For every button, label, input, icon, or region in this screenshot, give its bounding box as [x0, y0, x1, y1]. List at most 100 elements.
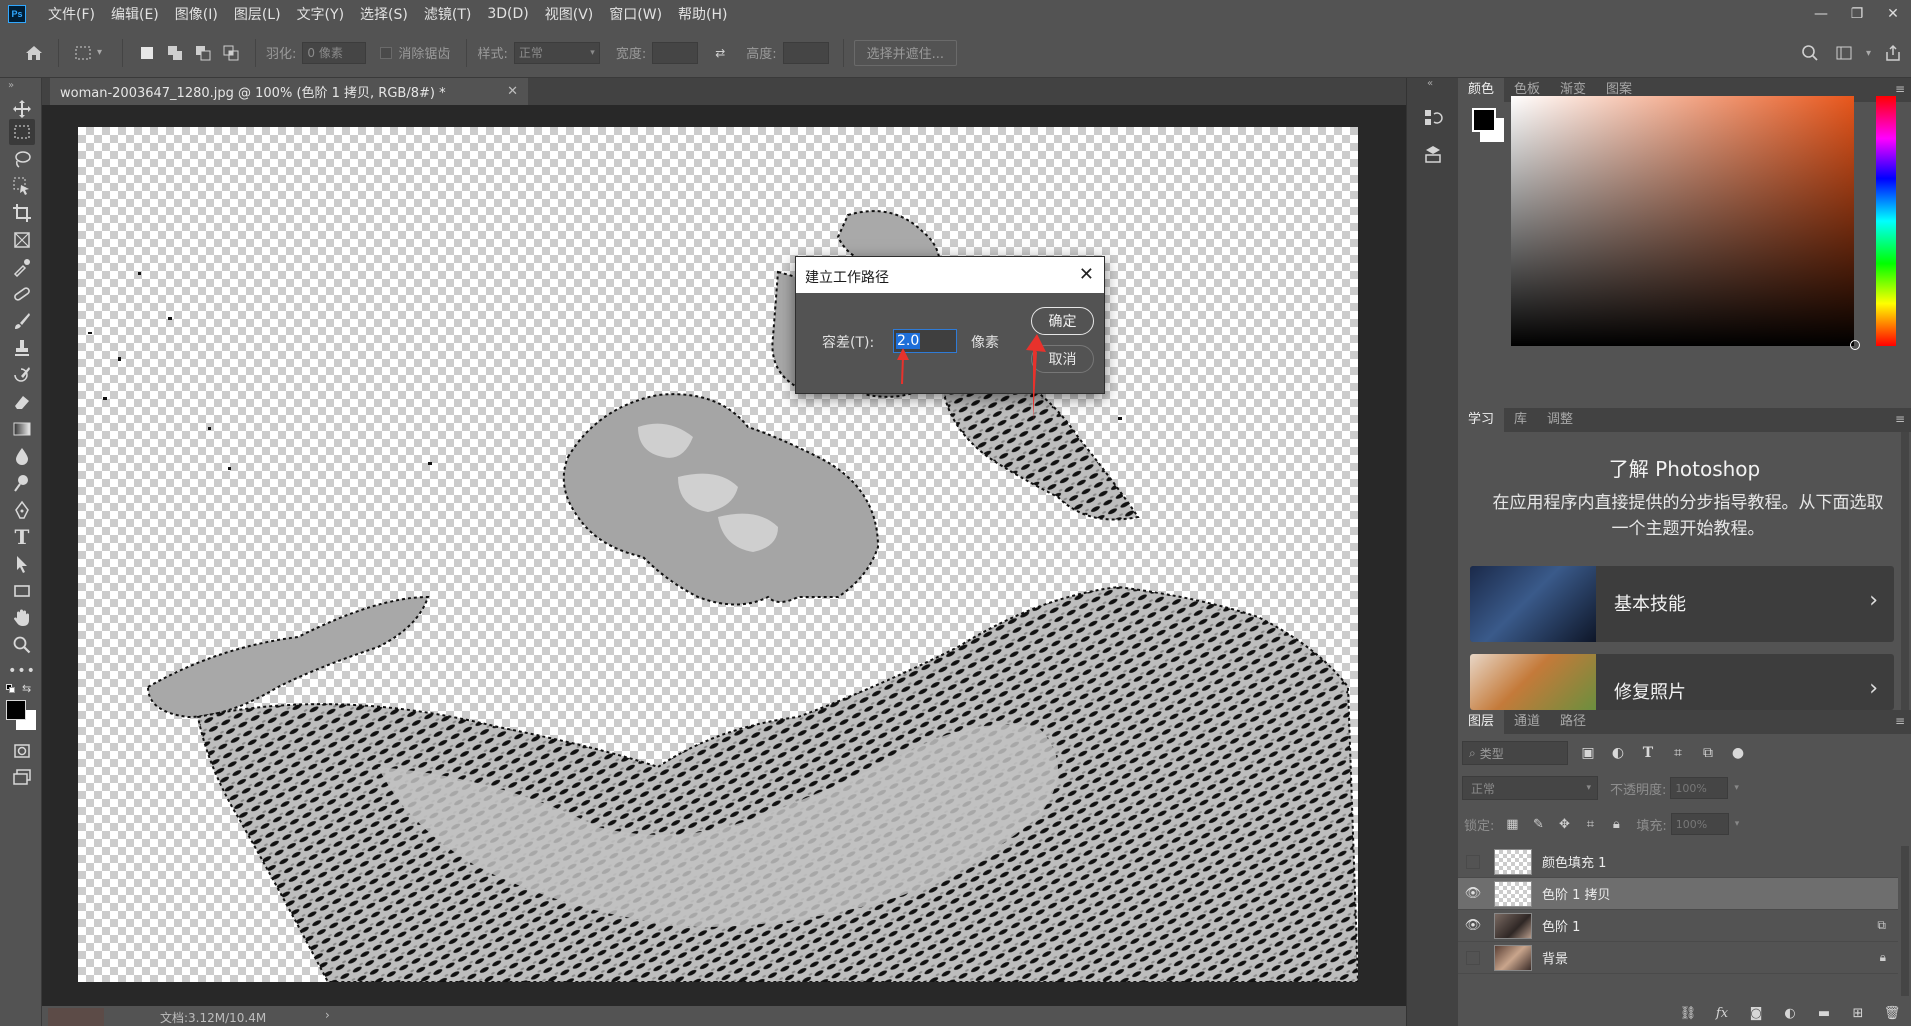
healing-brush-tool-icon[interactable] — [9, 281, 35, 307]
tutorial-card-fix-photos[interactable]: 修复照片 › — [1470, 654, 1894, 710]
history-panel-icon[interactable] — [1421, 106, 1445, 130]
lock-paint-icon[interactable]: ✎ — [1530, 816, 1546, 832]
eye-icon[interactable]: 👁︎ — [1458, 910, 1488, 942]
canvas-area[interactable] — [42, 105, 1406, 1006]
link-layers-icon[interactable]: ⛓︎ — [1677, 1002, 1699, 1024]
color-picker-field[interactable] — [1511, 96, 1854, 346]
rectangular-marquee-tool-icon[interactable] — [9, 119, 35, 145]
crop-tool-icon[interactable] — [9, 200, 35, 226]
layer-filter-select[interactable]: ⌕ 类型 — [1462, 741, 1568, 765]
workspace-icon[interactable] — [1830, 39, 1858, 67]
menu-window[interactable]: 窗口(W) — [609, 4, 662, 24]
panel-menu-icon[interactable]: ≡ — [1895, 714, 1905, 728]
restore-icon[interactable]: ❐ — [1839, 0, 1875, 28]
layer-row-selected[interactable]: 👁︎ 色阶 1 拷贝 — [1458, 878, 1898, 910]
menu-type[interactable]: 文字(Y) — [297, 4, 344, 24]
close-window-icon[interactable]: ✕ — [1875, 0, 1911, 28]
lock-position-icon[interactable]: ✥ — [1556, 816, 1572, 832]
path-selection-tool-icon[interactable] — [9, 551, 35, 577]
width-input[interactable] — [652, 41, 699, 64]
collapse-icon[interactable]: » — [8, 80, 14, 91]
layer-style-icon[interactable]: fx — [1711, 1002, 1733, 1024]
document-tab[interactable]: woman-2003647_1280.jpg @ 100% (色阶 1 拷贝, … — [50, 78, 528, 105]
home-icon[interactable] — [20, 39, 48, 67]
collapse-icon[interactable]: « — [1427, 78, 1433, 89]
add-selection-icon[interactable] — [161, 39, 189, 67]
lock-transparent-icon[interactable]: ▦ — [1504, 816, 1520, 832]
document-canvas[interactable] — [78, 127, 1358, 982]
minimize-icon[interactable]: — — [1803, 0, 1839, 28]
brush-tool-icon[interactable] — [9, 308, 35, 334]
new-group-icon[interactable]: ▬ — [1813, 1002, 1835, 1024]
dodge-tool-icon[interactable] — [9, 470, 35, 496]
menu-image[interactable]: 图像(I) — [175, 4, 218, 24]
tab-layers[interactable]: 图层 — [1458, 710, 1505, 734]
default-colors-icon[interactable] — [6, 684, 15, 693]
eyedropper-tool-icon[interactable] — [9, 254, 35, 280]
trash-icon[interactable]: 🗑︎ — [1881, 1002, 1903, 1024]
layers-scrollbar[interactable] — [1901, 846, 1909, 996]
chevron-down-icon[interactable]: ▾ — [1734, 783, 1739, 793]
menu-edit[interactable]: 编辑(E) — [111, 4, 159, 24]
chevron-down-icon[interactable]: ▾ — [1866, 48, 1871, 59]
filter-smart-object-icon[interactable]: ⧉ — [1698, 743, 1718, 763]
tab-color[interactable]: 颜色 — [1458, 78, 1505, 102]
quick-mask-icon[interactable] — [9, 738, 35, 764]
menu-view[interactable]: 视图(V) — [545, 4, 594, 24]
frame-tool-icon[interactable] — [9, 227, 35, 253]
menu-file[interactable]: 文件(F) — [48, 4, 95, 24]
ok-button[interactable]: 确定 — [1031, 307, 1094, 335]
pen-tool-icon[interactable] — [9, 497, 35, 523]
cancel-button[interactable]: 取消 — [1031, 345, 1094, 373]
tab-paths[interactable]: 路径 — [1550, 710, 1596, 734]
layer-row[interactable]: 背景 🔒︎ — [1458, 942, 1898, 974]
lock-artboard-icon[interactable]: ⌗ — [1582, 816, 1598, 832]
menu-help[interactable]: 帮助(H) — [678, 4, 727, 24]
screen-mode-icon[interactable] — [9, 764, 35, 790]
height-input[interactable] — [782, 41, 829, 64]
blend-mode-select[interactable]: 正常 ▾ — [1462, 776, 1598, 800]
history-brush-tool-icon[interactable] — [9, 362, 35, 388]
tab-libraries[interactable]: 库 — [1504, 408, 1537, 432]
foreground-color-swatch[interactable] — [6, 700, 26, 720]
foreground-color-swatch[interactable] — [1472, 108, 1496, 132]
antialias-checkbox[interactable] — [380, 46, 393, 59]
close-icon[interactable]: ✕ — [507, 84, 518, 99]
new-selection-icon[interactable] — [133, 39, 161, 67]
more-tools-icon[interactable]: ••• — [8, 658, 35, 684]
tolerance-input[interactable]: 2.0 — [893, 329, 957, 353]
filter-pixel-icon[interactable]: ▣ — [1578, 743, 1598, 763]
style-select[interactable]: 正常 ▾ — [513, 41, 600, 64]
tab-adjustments[interactable]: 调整 — [1537, 408, 1583, 432]
menu-layer[interactable]: 图层(L) — [234, 4, 281, 24]
filter-type-icon[interactable]: T — [1638, 743, 1658, 763]
learn-scrollbar[interactable] — [1901, 432, 1909, 710]
layer-row[interactable]: 颜色填充 1 — [1458, 846, 1898, 878]
add-mask-icon[interactable]: ◙ — [1745, 1002, 1767, 1024]
filter-toggle-icon[interactable]: ● — [1728, 743, 1748, 763]
chevron-down-icon[interactable]: ▾ — [1735, 819, 1740, 829]
lock-all-icon[interactable]: 🔒︎ — [1608, 816, 1624, 832]
menu-filter[interactable]: 滤镜(T) — [424, 4, 471, 24]
share-icon[interactable] — [1879, 39, 1907, 67]
visibility-toggle[interactable] — [1458, 942, 1488, 974]
select-and-mask-button[interactable]: 选择并遮住... — [853, 39, 958, 66]
color-picker-handle[interactable] — [1850, 340, 1860, 350]
chevron-down-icon[interactable]: ▾ — [97, 47, 102, 58]
gradient-tool-icon[interactable] — [9, 416, 35, 442]
swap-icon[interactable]: ⇄ — [706, 39, 734, 67]
properties-panel-icon[interactable] — [1421, 142, 1445, 166]
chevron-right-icon[interactable]: › — [325, 1008, 330, 1022]
feather-input[interactable]: 0 像素 — [302, 41, 367, 64]
tutorial-card-basic-skills[interactable]: 基本技能 › — [1470, 566, 1894, 642]
close-icon[interactable]: ✕ — [1079, 264, 1094, 285]
object-selection-tool-icon[interactable] — [9, 173, 35, 199]
hue-slider[interactable] — [1876, 96, 1896, 346]
filter-shape-icon[interactable]: ⌗ — [1668, 743, 1688, 763]
fill-input[interactable]: 100% — [1670, 813, 1729, 835]
layer-row[interactable]: 👁︎ 色阶 1 ⧉ — [1458, 910, 1898, 942]
swap-colors-icon[interactable]: ⇆ — [22, 682, 31, 695]
intersect-selection-icon[interactable] — [217, 39, 245, 67]
tab-channels[interactable]: 通道 — [1504, 710, 1550, 734]
clone-stamp-tool-icon[interactable] — [9, 335, 35, 361]
